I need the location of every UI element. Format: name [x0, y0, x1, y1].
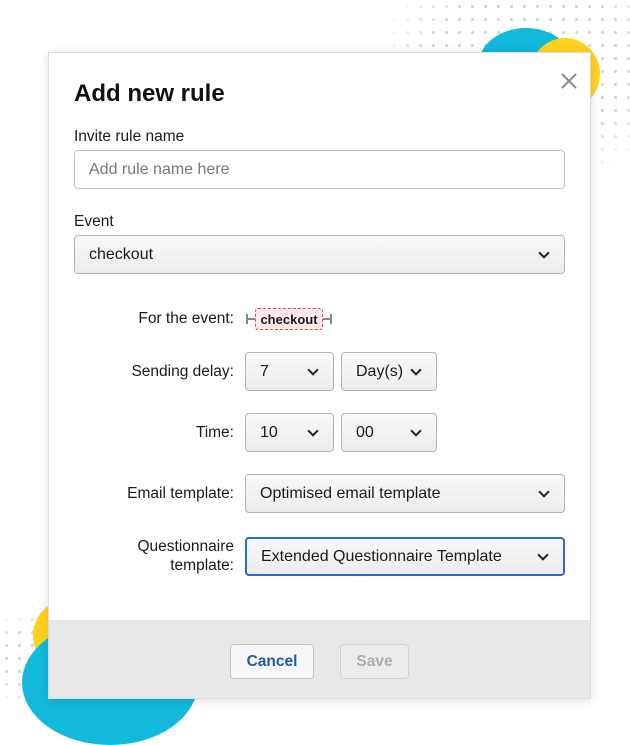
delay-amount-select[interactable]: 7	[245, 352, 334, 391]
cancel-button[interactable]: Cancel	[230, 644, 314, 679]
time-label: Time:	[195, 424, 234, 441]
delay-unit-select[interactable]: Day(s)	[341, 352, 437, 391]
event-tag-label: checkout	[255, 308, 323, 330]
chevron-down-icon	[537, 548, 549, 561]
dialog-footer: Cancel Save	[49, 620, 590, 698]
sending-delay-label: Sending delay:	[131, 363, 234, 380]
chevron-down-icon	[307, 424, 319, 437]
for-event-label: For the event:	[138, 310, 234, 327]
event-tag: checkout	[246, 308, 332, 330]
event-label: Event	[74, 213, 114, 230]
time-minute-value: 00	[356, 423, 374, 441]
questionnaire-template-value: Extended Questionnaire Template	[261, 547, 502, 565]
chevron-down-icon	[410, 424, 422, 437]
tag-connector	[330, 314, 332, 324]
email-template-label: Email template:	[127, 485, 234, 502]
tag-connector	[246, 314, 248, 324]
save-button[interactable]: Save	[340, 644, 409, 679]
event-select[interactable]: checkout	[74, 235, 565, 274]
delay-unit-value: Day(s)	[356, 362, 404, 380]
delay-amount-value: 7	[260, 362, 269, 380]
dialog-title: Add new rule	[74, 80, 225, 107]
add-rule-dialog: Add new rule Invite rule name Add rule n…	[48, 52, 591, 699]
rule-name-label: Invite rule name	[74, 128, 185, 145]
chevron-down-icon	[410, 363, 422, 376]
time-minute-select[interactable]: 00	[341, 413, 437, 452]
rule-name-input[interactable]: Add rule name here	[74, 150, 565, 189]
questionnaire-label-line1: Questionnaire	[137, 538, 234, 555]
time-hour-select[interactable]: 10	[245, 413, 334, 452]
chevron-down-icon	[538, 246, 550, 259]
chevron-down-icon	[307, 363, 319, 376]
questionnaire-template-select[interactable]: Extended Questionnaire Template	[245, 537, 565, 576]
event-select-value: checkout	[89, 245, 154, 263]
questionnaire-template-label: Questionnaire template:	[64, 537, 234, 575]
close-icon[interactable]	[557, 69, 581, 93]
time-hour-value: 10	[260, 423, 278, 441]
email-template-select[interactable]: Optimised email template	[245, 474, 565, 513]
chevron-down-icon	[538, 485, 550, 498]
email-template-value: Optimised email template	[260, 484, 441, 502]
questionnaire-label-line2: template:	[170, 557, 234, 574]
